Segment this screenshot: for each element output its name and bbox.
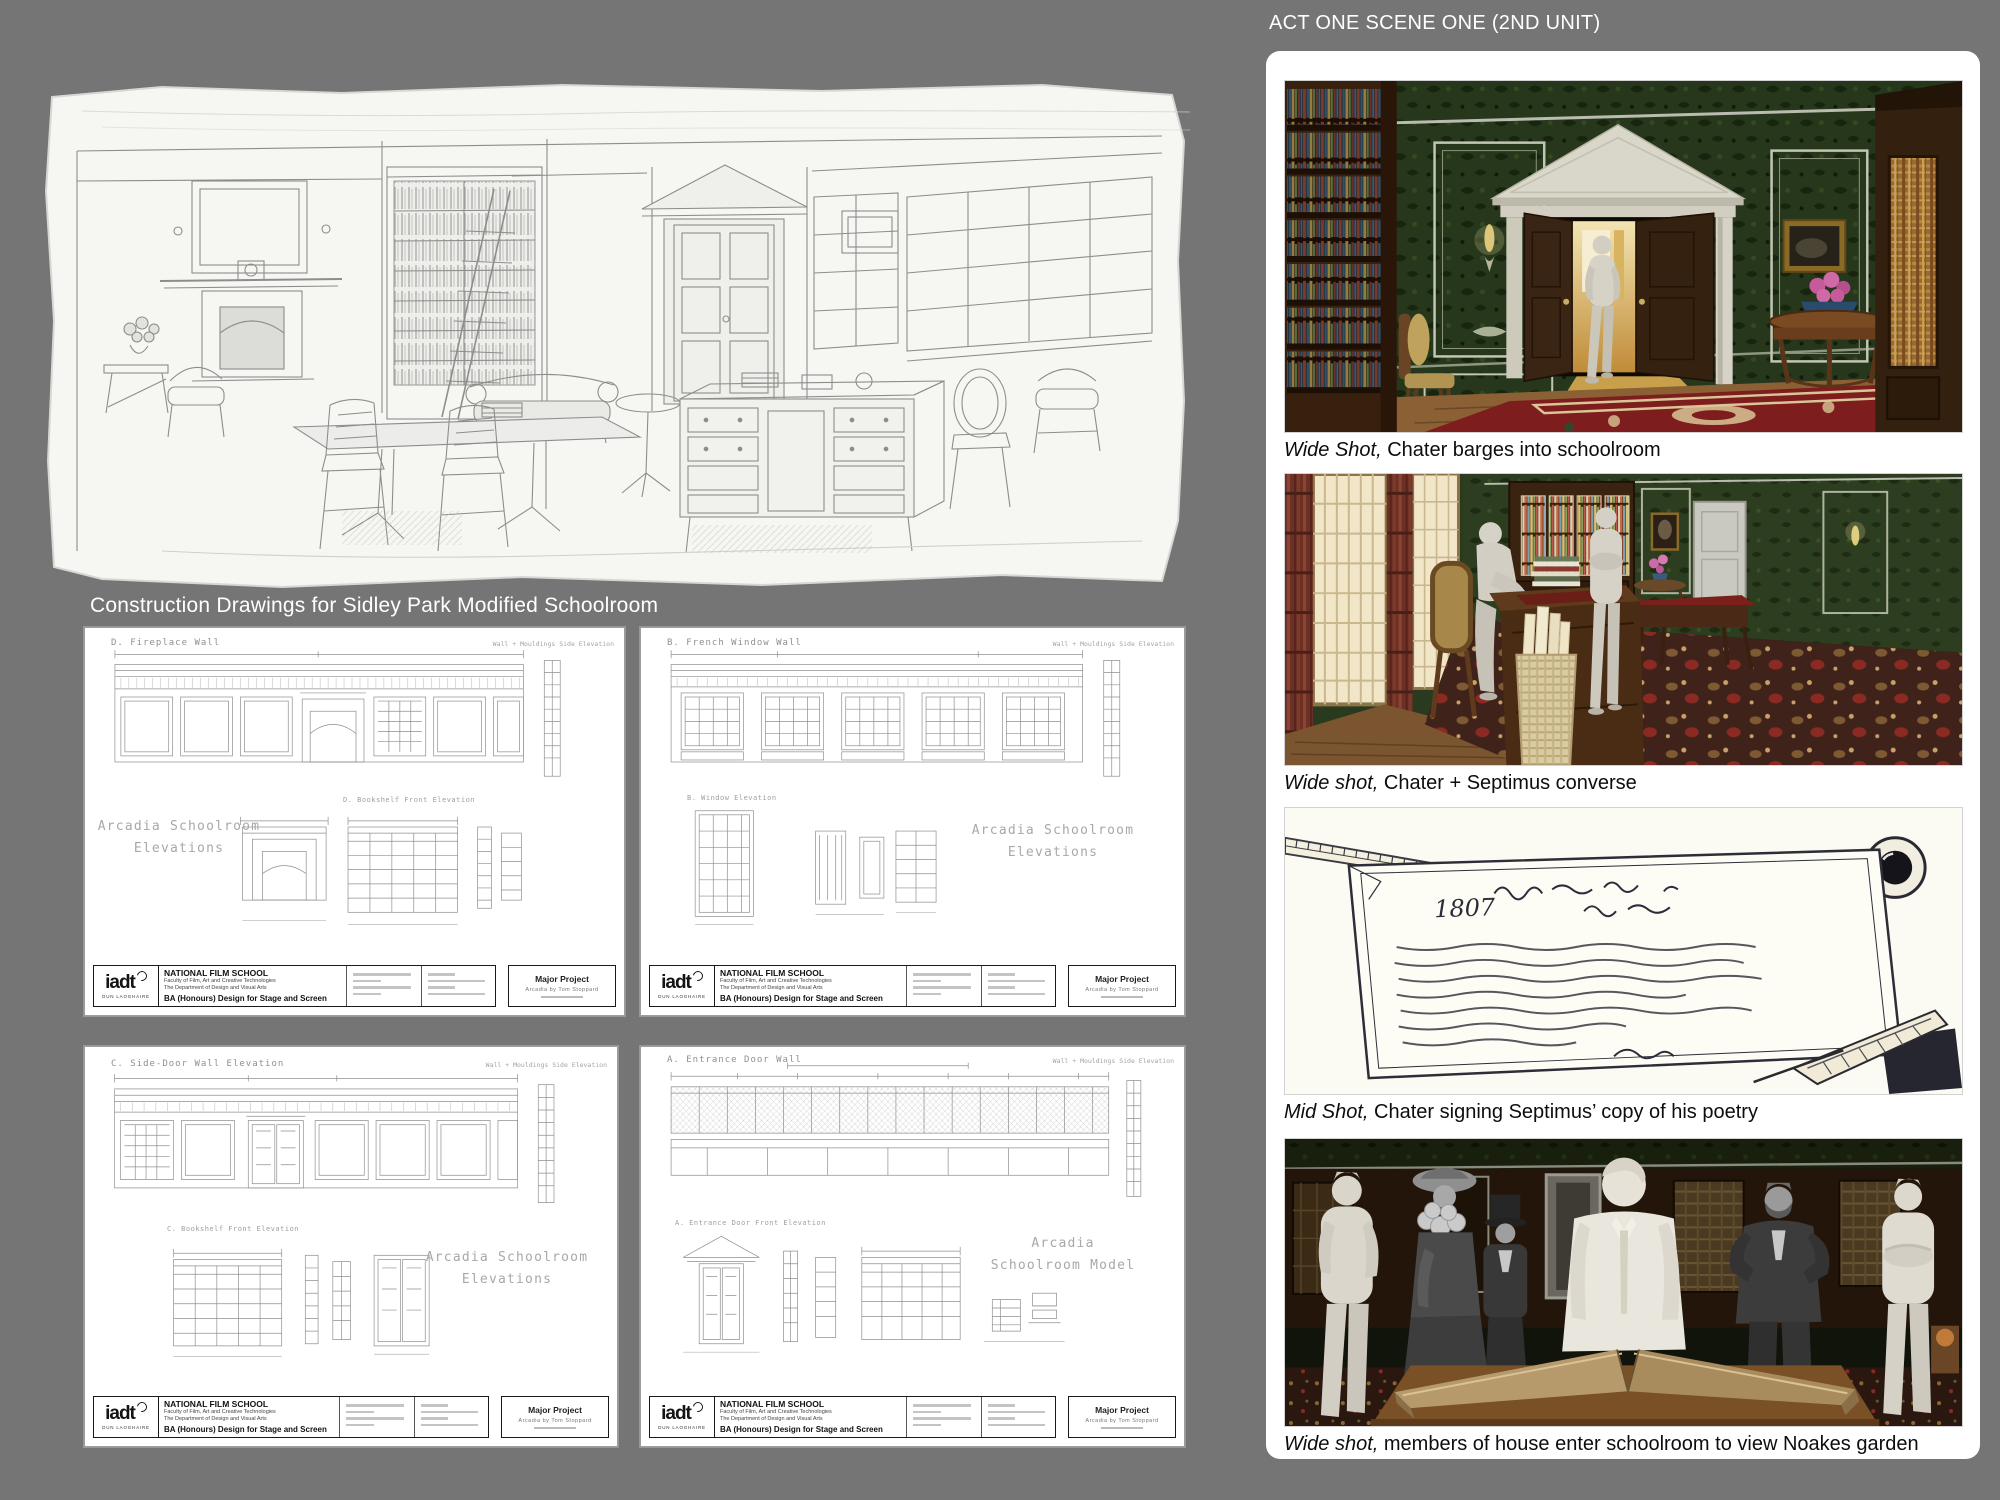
shot-4-figure [1284, 1138, 1963, 1427]
storyboard-panel: Wide Shot, Chater barges into schoolroom [1266, 51, 1980, 1459]
titleblock-project: Major Project Arcadia by Tom Stoppard [1068, 965, 1176, 1007]
curtain [1387, 474, 1413, 714]
drawing-sheet-side-door-wall: C. Side-Door Wall Elevation Wall + Mould… [84, 1046, 618, 1447]
shot-1-image [1285, 81, 1962, 432]
poetry-letter-sketch: 1807 [1349, 850, 1901, 1078]
titleblock-fields [339, 1397, 488, 1437]
titleblock-project: Major Project Arcadia by Tom Stoppard [501, 1396, 609, 1438]
drawing-sheet-entrance-door-wall: A. Entrance Door Wall Wall + Mouldings S… [640, 1046, 1185, 1447]
handwriting-year: 1807 [1434, 893, 1497, 923]
schoolroom-sketch-figure [42, 81, 1190, 593]
curtain [1285, 474, 1313, 734]
sheet2-title: Arcadia SchoolroomElevations [963, 820, 1143, 864]
sheet4-detail-label: A. Entrance Door Front Elevation [675, 1219, 826, 1227]
iadt-logo: iadt DUN LAOGHAIRE [93, 965, 159, 1007]
construction-drawings-caption: Construction Drawings for Sidley Park Mo… [90, 594, 658, 618]
framed-painting [1784, 220, 1846, 272]
shot-4-caption: Wide shot, members of house enter school… [1284, 1433, 1919, 1456]
left-bookcase [1285, 81, 1397, 432]
iadt-ring-icon [691, 969, 705, 983]
drawing-sheet-french-window-wall: B. French Window Wall Wall + Mouldings S… [640, 627, 1185, 1016]
titleblock-fields [906, 966, 1055, 1006]
sheet1-label: D. Fireplace Wall [111, 638, 220, 648]
iadt-ring-icon [691, 1400, 705, 1414]
sheet2-titleblock: iadt DUN LAOGHAIRE NATIONAL FILM SCHOOL … [649, 965, 1176, 1007]
sheet3-detail-label: C. Bookshelf Front Elevation [167, 1225, 299, 1233]
sheet2-side-label: Wall + Mouldings Side Elevation [1053, 640, 1174, 648]
drawing-sheet-fireplace-wall: D. Fireplace Wall Wall + Mouldings Side … [84, 627, 625, 1016]
titleblock-project: Major Project Arcadia by Tom Stoppard [1068, 1396, 1176, 1438]
shot-2-image [1285, 474, 1962, 765]
shot-1-figure [1284, 80, 1963, 433]
iadt-logo: iadt DUN LAOGHAIRE [93, 1396, 159, 1438]
sheet3-drawing [91, 1051, 611, 1388]
iadt-ring-icon [135, 969, 149, 983]
iadt-ring-icon [135, 1400, 149, 1414]
sheet1-title: Arcadia SchoolroomElevations [89, 816, 269, 860]
sheet2-label: B. French Window Wall [667, 638, 802, 648]
shot-4-image [1285, 1139, 1962, 1426]
sheet3-label: C. Side-Door Wall Elevation [111, 1059, 284, 1069]
book-stack [1531, 556, 1580, 586]
sheet4-label: A. Entrance Door Wall [667, 1055, 802, 1065]
shot-2-figure [1284, 473, 1963, 766]
shot-3-figure: 1807 [1284, 807, 1963, 1095]
right-bookcase [1875, 81, 1962, 432]
iadt-logo: iadt DUN LAOGHAIRE [649, 965, 715, 1007]
sheet4-side-label: Wall + Mouldings Side Elevation [1053, 1057, 1174, 1065]
titleblock-fields [346, 966, 495, 1006]
shot-2-caption: Wide shot, Chater + Septimus converse [1284, 772, 1637, 795]
sheet1-side-label: Wall + Mouldings Side Elevation [493, 640, 614, 648]
sheet1-drawing [91, 632, 618, 957]
sheet1-detail-label: D. Bookshelf Front Elevation [343, 796, 475, 804]
shot-3-caption: Mid Shot, Chater signing Septimus’ copy … [1284, 1101, 1758, 1124]
sheet4-titleblock: iadt DUN LAOGHAIRE NATIONAL FILM SCHOOL … [649, 1396, 1176, 1438]
shot-3-image: 1807 [1285, 808, 1962, 1094]
storyboard-title: ACT ONE SCENE ONE (2ND UNIT) [1269, 12, 1600, 35]
sheet1-titleblock: iadt DUN LAOGHAIRE NATIONAL FILM SCHOOL … [93, 965, 616, 1007]
titleblock-project: Major Project Arcadia by Tom Stoppard [508, 965, 616, 1007]
sheet3-title: Arcadia SchoolroomElevations [417, 1247, 597, 1291]
schoolroom-sketch-image [42, 81, 1190, 593]
sheet2-detail-label: B. Window Elevation [687, 794, 777, 802]
iadt-logo: iadt DUN LAOGHAIRE [649, 1396, 715, 1438]
portfolio-page: Construction Drawings for Sidley Park Mo… [0, 0, 2000, 1500]
sheet3-titleblock: iadt DUN LAOGHAIRE NATIONAL FILM SCHOOL … [93, 1396, 609, 1438]
sheet4-title: ArcadiaSchoolroom Model [973, 1233, 1153, 1277]
shot-1-caption: Wide Shot, Chater barges into schoolroom [1284, 439, 1661, 462]
titleblock-fields [906, 1397, 1055, 1437]
sheet3-side-label: Wall + Mouldings Side Elevation [486, 1061, 607, 1069]
paper-basket [1516, 606, 1576, 765]
